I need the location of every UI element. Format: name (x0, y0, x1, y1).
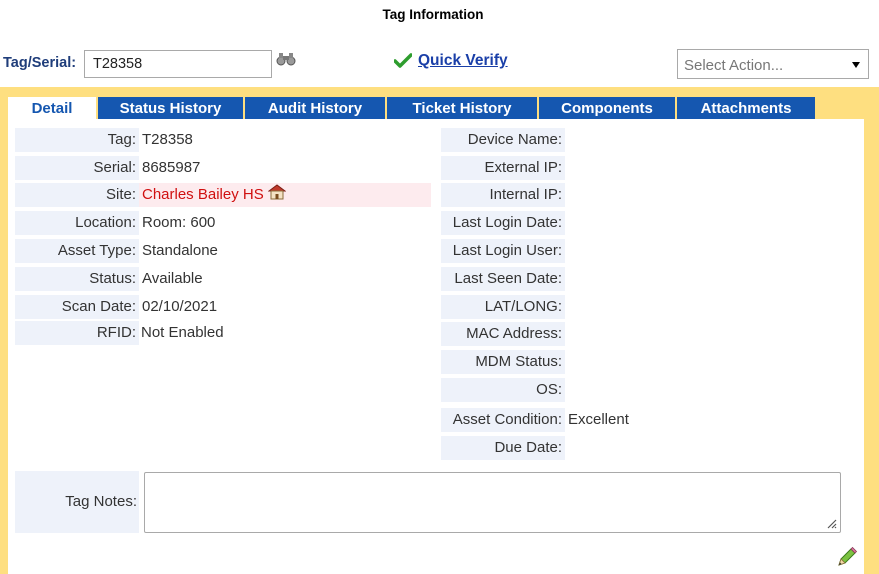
field-label: Asset Condition: (441, 408, 565, 432)
field-row-internal-ip: Internal IP: (441, 183, 851, 207)
field-label: Last Login User: (441, 239, 565, 263)
field-value: 8685987 (142, 159, 201, 176)
quick-verify-link[interactable]: Quick Verify (418, 52, 508, 70)
tab-components[interactable]: Components (539, 97, 675, 119)
field-label: Status: (15, 267, 139, 291)
chevron-down-icon (852, 62, 860, 68)
field-row-location: Location: Room: 600 (15, 211, 431, 235)
field-row-rfid: RFID: Not Enabled (15, 321, 431, 345)
field-value: T28358 (142, 131, 193, 148)
field-value: Room: 600 (142, 214, 216, 231)
select-action-value: Select Action... (684, 57, 784, 74)
field-row-asset-type: Asset Type: Standalone (15, 239, 431, 263)
field-label: Due Date: (441, 436, 565, 460)
field-label: Scan Date: (15, 295, 139, 319)
field-label: Serial: (15, 156, 139, 180)
field-label: Site: (15, 183, 139, 207)
field-row-device-name: Device Name: (441, 128, 851, 152)
field-label: External IP: (441, 156, 565, 180)
field-row-tag: Tag: T28358 (15, 128, 431, 152)
field-label: MAC Address: (441, 322, 565, 346)
checkmark-icon (394, 53, 412, 68)
field-value: Not Enabled (141, 324, 224, 341)
field-label: LAT/LONG: (441, 295, 565, 319)
tab-status-history[interactable]: Status History (98, 97, 243, 119)
field-label: Asset Type: (15, 239, 139, 263)
tab-audit-history[interactable]: Audit History (245, 97, 385, 119)
field-label: Location: (15, 211, 139, 235)
field-value-site: Charles Bailey HS (142, 183, 286, 207)
pencil-icon[interactable] (836, 546, 858, 568)
field-label: OS: (441, 378, 565, 402)
tab-ticket-history[interactable]: Ticket History (387, 97, 537, 119)
field-row-scan-date: Scan Date: 02/10/2021 (15, 295, 431, 319)
tab-bar: Detail Status History Audit History Tick… (8, 97, 817, 119)
tag-notes-input[interactable] (144, 472, 841, 533)
field-row-mdm-status: MDM Status: (441, 350, 851, 374)
field-row-last-login-date: Last Login Date: (441, 211, 851, 235)
page-title: Tag Information (382, 7, 484, 22)
field-label: Last Seen Date: (441, 267, 565, 291)
tag-serial-label: Tag/Serial: (3, 55, 77, 71)
field-row-site: Site: Charles Bailey HS (15, 183, 431, 207)
field-value: Excellent (568, 411, 629, 428)
field-row-due-date: Due Date: (441, 436, 851, 460)
field-row-asset-condition: Asset Condition: Excellent (441, 408, 851, 432)
field-label: Internal IP: (441, 183, 565, 207)
field-value: 02/10/2021 (142, 298, 218, 315)
field-row-status: Status: Available (15, 267, 431, 291)
tag-serial-input[interactable] (84, 50, 272, 78)
resize-grip-icon[interactable] (824, 516, 837, 529)
field-label: MDM Status: (441, 350, 565, 374)
tag-notes-label: Tag Notes: (15, 471, 139, 533)
field-row-lat-long: LAT/LONG: (441, 295, 851, 319)
field-row-mac-address: MAC Address: (441, 322, 851, 346)
house-icon[interactable] (267, 184, 286, 200)
field-label: RFID: (15, 321, 139, 345)
field-value: Available (142, 270, 203, 287)
select-action-dropdown[interactable]: Select Action... (677, 49, 869, 79)
tab-detail[interactable]: Detail (8, 97, 96, 119)
field-row-external-ip: External IP: (441, 156, 851, 180)
field-label: Device Name: (441, 128, 565, 152)
field-row-last-login-user: Last Login User: (441, 239, 851, 263)
tab-attachments[interactable]: Attachments (677, 97, 815, 119)
field-value: Standalone (142, 242, 218, 259)
field-label: Last Login Date: (441, 211, 565, 235)
field-row-os: OS: (441, 378, 851, 402)
site-link[interactable]: Charles Bailey HS (142, 186, 264, 203)
field-row-last-seen-date: Last Seen Date: (441, 267, 851, 291)
field-label: Tag: (15, 128, 139, 152)
field-row-serial: Serial: 8685987 (15, 156, 431, 180)
binoculars-icon[interactable] (276, 52, 296, 66)
